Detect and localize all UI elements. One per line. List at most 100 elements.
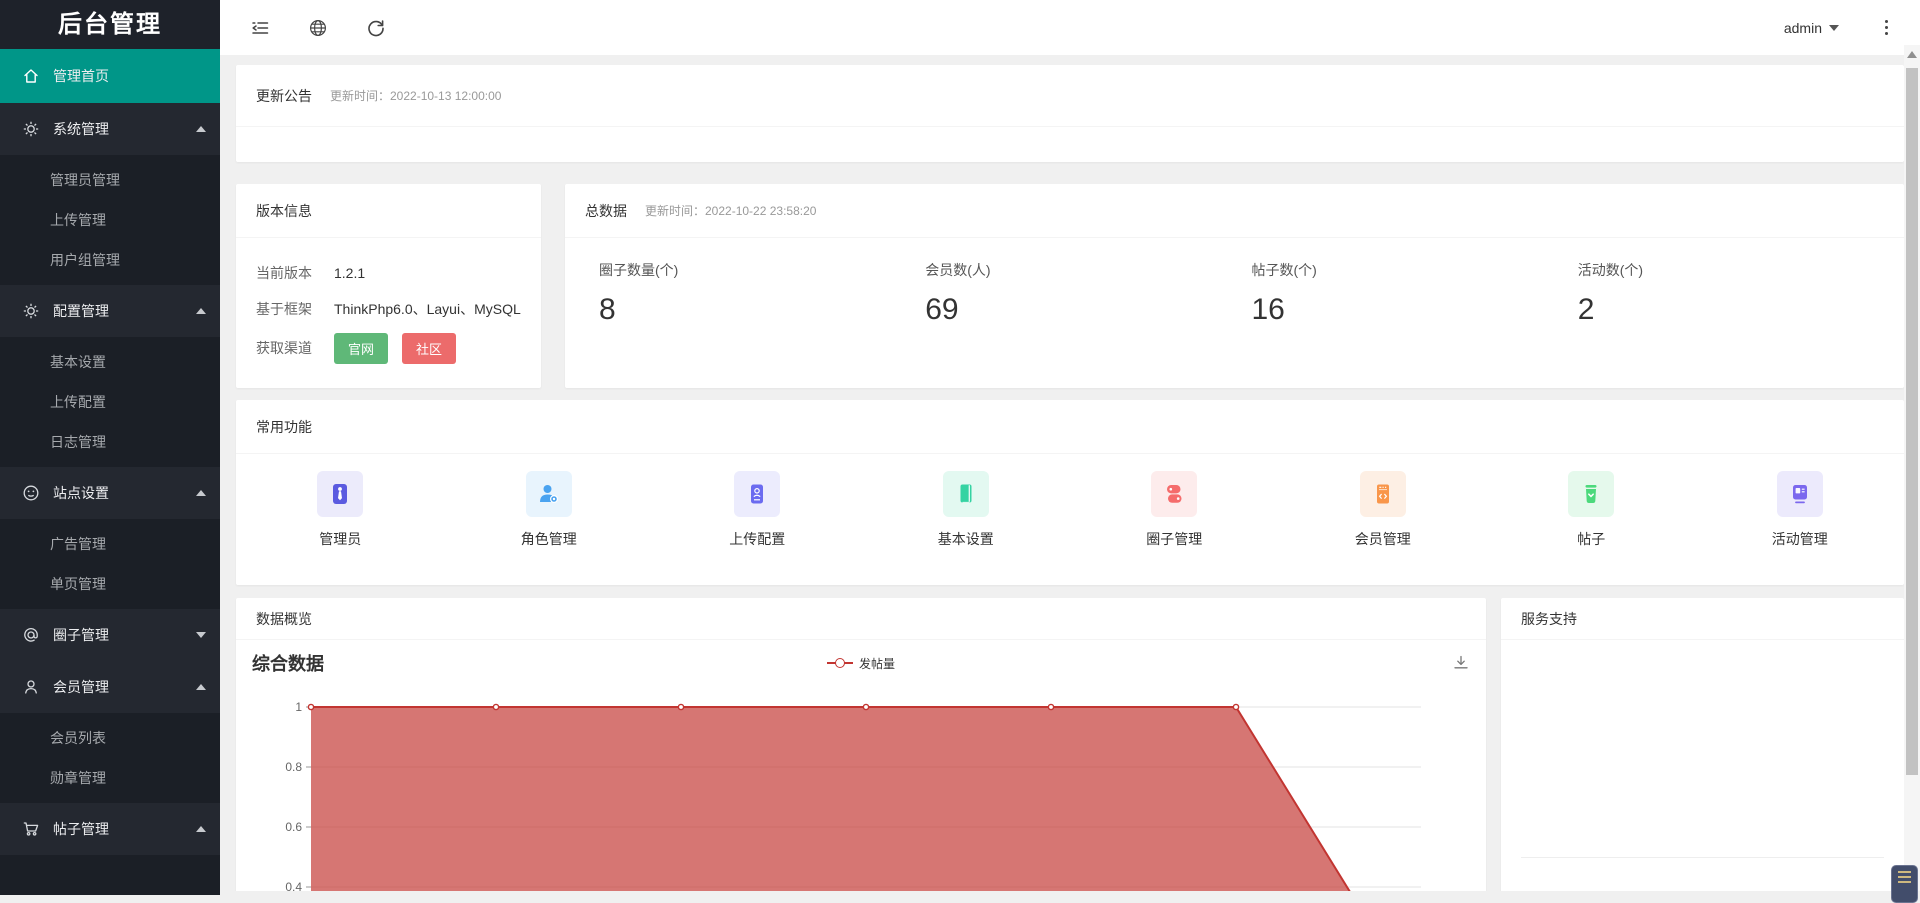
user-menu[interactable]: admin xyxy=(1784,20,1839,36)
sidebar-item-medal-mgmt[interactable]: 勋章管理 xyxy=(0,758,220,798)
menu-collapse-icon[interactable] xyxy=(250,18,270,38)
legend-label: 发帖量 xyxy=(859,655,895,672)
totals-title: 总数据 xyxy=(585,201,627,221)
functions-card: 常用功能 管理员 xyxy=(236,400,1904,585)
function-activity-mgmt[interactable]: 活动管理 xyxy=(1696,471,1905,549)
stat-activities: 活动数(个) 2 xyxy=(1578,260,1904,327)
function-label: 上传配置 xyxy=(729,529,785,549)
username: admin xyxy=(1784,20,1822,36)
sidebar-item-circle[interactable]: 圈子管理 xyxy=(0,609,220,661)
version-title: 版本信息 xyxy=(256,201,312,221)
stat-circles: 圈子数量(个) 8 xyxy=(599,260,925,327)
stat-label: 帖子数(个) xyxy=(1252,260,1578,280)
sidebar-item-member-list[interactable]: 会员列表 xyxy=(0,718,220,758)
sidebar-item-member[interactable]: 会员管理 xyxy=(0,661,220,713)
function-circle-mgmt[interactable]: 圈子管理 xyxy=(1070,471,1279,549)
announcement-title: 更新公告 xyxy=(256,86,312,106)
role-user-gear-icon xyxy=(537,482,561,506)
sidebar-item-post[interactable]: 帖子管理 xyxy=(0,803,220,855)
chevron-up-icon xyxy=(196,490,206,496)
sidebar-item-home[interactable]: 管理首页 xyxy=(0,49,220,103)
version-row-label: 当前版本 xyxy=(256,263,334,283)
svg-text:0.8: 0.8 xyxy=(285,760,302,774)
chevron-up-icon xyxy=(196,826,206,832)
function-posts[interactable]: 帖子 xyxy=(1487,471,1696,549)
sidebar-submenu-system: 管理员管理 上传管理 用户组管理 xyxy=(0,155,220,285)
announcement-card: 更新公告 更新时间：2022-10-13 12:00:00 xyxy=(236,65,1904,162)
sidebar-item-label: 站点设置 xyxy=(53,483,196,503)
sidebar-item-label: 系统管理 xyxy=(53,119,196,139)
chevron-up-icon xyxy=(196,126,206,132)
svg-text:0.6: 0.6 xyxy=(285,820,302,834)
version-row-value: 1.2.1 xyxy=(334,265,365,281)
stat-value: 8 xyxy=(599,293,925,327)
announcement-body xyxy=(236,127,1904,161)
function-label: 会员管理 xyxy=(1355,529,1411,549)
topbar: admin xyxy=(220,0,1920,55)
app-title: 后台管理 xyxy=(0,0,220,49)
function-roles[interactable]: 角色管理 xyxy=(445,471,654,549)
function-upload-config[interactable]: 上传配置 xyxy=(653,471,862,549)
svg-text:0.4: 0.4 xyxy=(285,880,302,891)
window-icon xyxy=(1788,482,1812,506)
bag-icon xyxy=(1579,482,1603,506)
overview-title: 数据概览 xyxy=(256,609,312,629)
sidebar-item-log-mgmt[interactable]: 日志管理 xyxy=(0,422,220,462)
floating-support-widget[interactable] xyxy=(1891,865,1918,903)
sidebar-item-config[interactable]: 配置管理 xyxy=(0,285,220,337)
sidebar-item-basic-settings[interactable]: 基本设置 xyxy=(0,342,220,382)
support-body xyxy=(1501,640,1904,857)
sidebar-item-ad-mgmt[interactable]: 广告管理 xyxy=(0,524,220,564)
sidebar-item-upload-config[interactable]: 上传配置 xyxy=(0,382,220,422)
chevron-up-icon xyxy=(196,684,206,690)
sidebar-item-admin-mgmt[interactable]: 管理员管理 xyxy=(0,160,220,200)
chevron-down-icon xyxy=(1829,25,1839,31)
announcement-updated: 更新时间：2022-10-13 12:00:00 xyxy=(330,87,501,104)
function-label: 管理员 xyxy=(319,529,361,549)
sidebar-submenu-config: 基本设置 上传配置 日志管理 xyxy=(0,337,220,467)
main-content: 更新公告 更新时间：2022-10-13 12:00:00 版本信息 当前版本 … xyxy=(220,55,1920,891)
admin-badge-icon xyxy=(328,482,352,506)
stat-value: 69 xyxy=(925,293,1251,327)
divider xyxy=(1521,857,1884,858)
data-overview-card: 数据概览 综合数据 发帖量 10.80.60.4 xyxy=(236,598,1486,891)
function-label: 帖子 xyxy=(1577,529,1605,549)
gear-icon xyxy=(22,120,40,138)
official-site-button[interactable]: 官网 xyxy=(334,333,388,364)
area-chart[interactable]: 10.80.60.4 xyxy=(236,686,1486,891)
function-admin[interactable]: 管理员 xyxy=(236,471,445,549)
function-label: 圈子管理 xyxy=(1146,529,1202,549)
sidebar-item-system[interactable]: 系统管理 xyxy=(0,103,220,155)
sidebar-item-label: 管理首页 xyxy=(53,66,206,86)
sidebar-item-label: 圈子管理 xyxy=(53,625,196,645)
sidebar-item-usergroup-mgmt[interactable]: 用户组管理 xyxy=(0,240,220,280)
vertical-scrollbar[interactable] xyxy=(1904,45,1920,891)
scroll-up-icon[interactable] xyxy=(1907,51,1917,58)
server-code-icon xyxy=(1371,482,1395,506)
stat-label: 圈子数量(个) xyxy=(599,260,925,280)
scrollbar-thumb[interactable] xyxy=(1906,68,1918,775)
globe-icon[interactable] xyxy=(308,18,328,38)
stat-label: 活动数(个) xyxy=(1578,260,1904,280)
sidebar-item-page-mgmt[interactable]: 单页管理 xyxy=(0,564,220,604)
sidebar-item-upload-mgmt[interactable]: 上传管理 xyxy=(0,200,220,240)
id-card-icon xyxy=(745,482,769,506)
refresh-icon[interactable] xyxy=(366,18,386,38)
cart-icon xyxy=(22,820,40,838)
legend-item-posts[interactable]: 发帖量 xyxy=(236,640,1486,686)
more-menu-icon[interactable] xyxy=(1881,16,1892,39)
user-icon xyxy=(22,678,40,696)
function-member-mgmt[interactable]: 会员管理 xyxy=(1279,471,1488,549)
totals-card: 总数据 更新时间：2022-10-22 23:58:20 圈子数量(个) 8 会… xyxy=(565,184,1904,388)
function-basic-settings[interactable]: 基本设置 xyxy=(862,471,1071,549)
framework-row-label: 基于框架 xyxy=(256,299,334,319)
community-button[interactable]: 社区 xyxy=(402,333,456,364)
sidebar-item-site[interactable]: 站点设置 xyxy=(0,467,220,519)
support-title: 服务支持 xyxy=(1521,609,1577,629)
sidebar-item-label: 帖子管理 xyxy=(53,819,196,839)
stat-label: 会员数(人) xyxy=(925,260,1251,280)
book-icon xyxy=(954,482,978,506)
version-card: 版本信息 当前版本 1.2.1 基于框架 ThinkPhp6.0、Layui、M… xyxy=(236,184,541,388)
pills-stack-icon xyxy=(1162,482,1186,506)
channel-label: 获取渠道 xyxy=(256,338,334,358)
